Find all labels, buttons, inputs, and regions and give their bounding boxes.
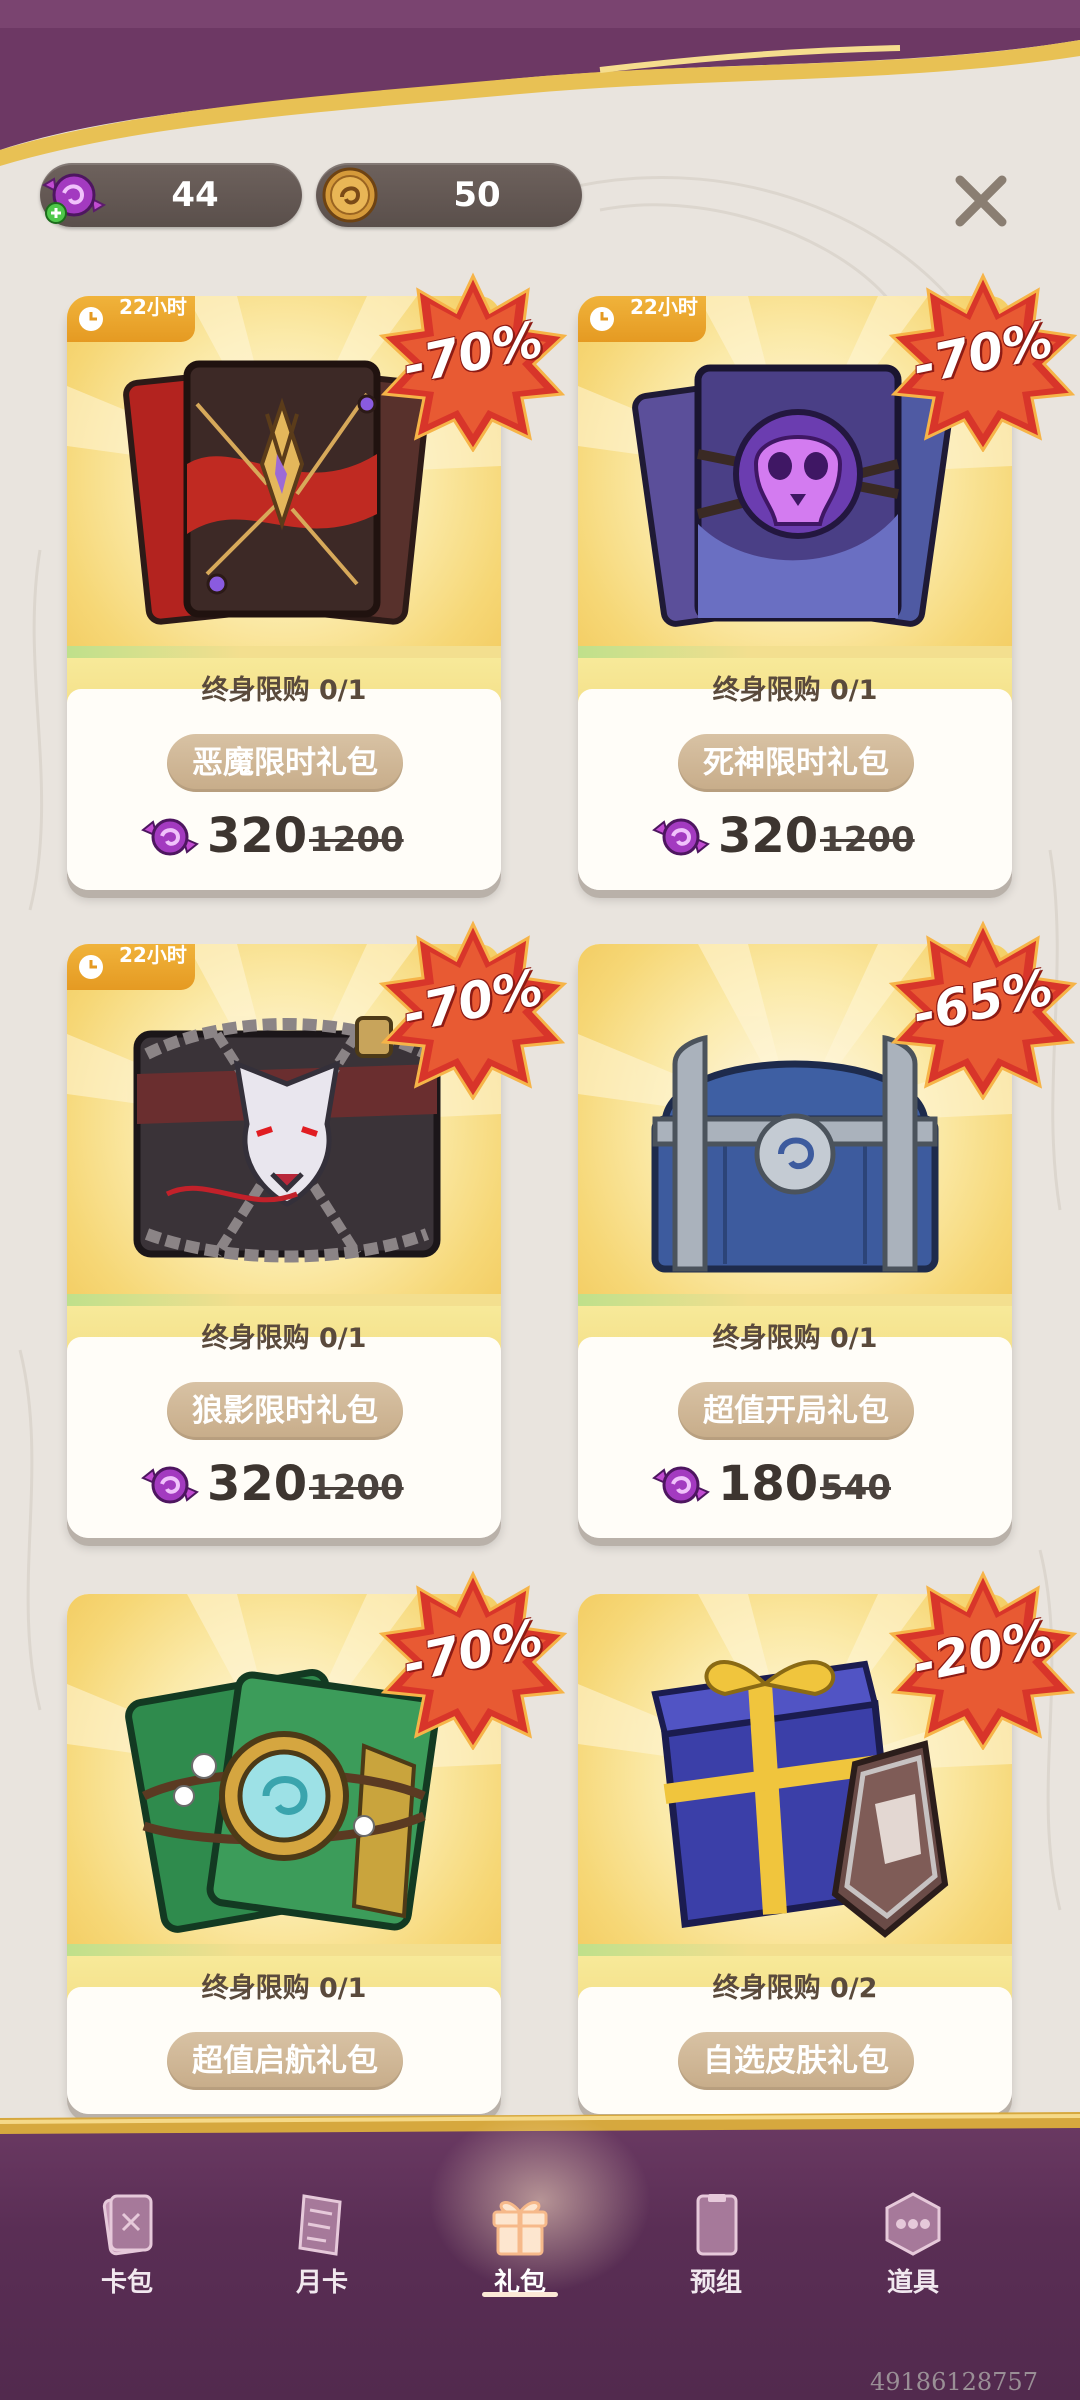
- current-price: 320: [207, 1456, 308, 1512]
- nav-label: 道具: [886, 2268, 939, 2298]
- discount-badge: -20%: [888, 1570, 1078, 1751]
- active-tab-indicator: [482, 2292, 558, 2297]
- items-icon: [885, 2192, 941, 2256]
- coin-currency[interactable]: 50: [316, 163, 582, 227]
- nav-label: 卡包: [100, 2268, 153, 2298]
- current-price: 320: [718, 808, 819, 864]
- gift-icon: [492, 2201, 548, 2256]
- pack-name-button[interactable]: 狼影限时礼包: [167, 1382, 403, 1440]
- discount-badge: -65%: [888, 920, 1078, 1101]
- original-price: 1200: [309, 820, 404, 860]
- deck-icon: [696, 2194, 738, 2256]
- original-price: 1200: [309, 1468, 404, 1508]
- clock-icon: [590, 307, 614, 331]
- price-button[interactable]: 320 1200: [139, 1454, 469, 1514]
- timer-text: 22小时: [630, 296, 698, 319]
- candy-amount: 44: [171, 175, 219, 215]
- timer-text: 22小时: [119, 944, 187, 967]
- discount-badge: -70%: [378, 1570, 568, 1751]
- close-icon[interactable]: [946, 166, 1016, 236]
- price-button[interactable]: 180 540: [650, 1454, 980, 1514]
- pack-name-button[interactable]: 自选皮肤礼包: [678, 2032, 914, 2090]
- pack-name-button[interactable]: 恶魔限时礼包: [167, 734, 403, 792]
- price-button[interactable]: 320 1200: [139, 806, 469, 866]
- gold-coin-icon: [322, 167, 378, 223]
- clock-icon: [79, 955, 103, 979]
- coin-amount: 50: [453, 175, 501, 215]
- original-price: 540: [820, 1468, 891, 1508]
- current-price: 180: [718, 1456, 819, 1512]
- card-pack-icon: [102, 2194, 153, 2256]
- purchase-limit: 终身限购 0/1: [201, 675, 367, 706]
- purchase-limit: 终身限购 0/2: [712, 1973, 878, 2004]
- nav-tab-card-pack[interactable]: 卡包: [57, 2180, 197, 2300]
- timer-badge: 22小时: [67, 944, 195, 990]
- discount-badge: -70%: [888, 272, 1078, 453]
- price-button[interactable]: 320 1200: [650, 806, 980, 866]
- pack-name-button[interactable]: 超值开局礼包: [678, 1382, 914, 1440]
- candy-currency[interactable]: 44: [40, 163, 302, 227]
- watermark-id: 49186128757: [870, 2368, 1038, 2396]
- discount-badge: -70%: [378, 920, 568, 1101]
- candy-icon: [652, 1466, 710, 1504]
- current-price: 320: [207, 808, 308, 864]
- clock-icon: [79, 307, 103, 331]
- candy-plus-icon[interactable]: [34, 155, 114, 235]
- timer-badge: 22小时: [578, 296, 706, 342]
- pack-name-button[interactable]: 超值启航礼包: [167, 2032, 403, 2090]
- nav-tab-monthly-card[interactable]: 月卡: [252, 2180, 392, 2300]
- candy-icon: [652, 818, 710, 856]
- purchase-limit: 终身限购 0/1: [201, 1323, 367, 1354]
- nav-tab-deck[interactable]: 预组: [646, 2180, 786, 2300]
- monthly-card-icon: [298, 2194, 342, 2256]
- candy-icon: [141, 1466, 199, 1504]
- nav-tab-gift[interactable]: 礼包: [450, 2180, 590, 2300]
- purchase-limit: 终身限购 0/1: [712, 675, 878, 706]
- candy-icon: [141, 818, 199, 856]
- purchase-limit: 终身限购 0/1: [712, 1323, 878, 1354]
- nav-label: 月卡: [295, 2268, 348, 2298]
- timer-text: 22小时: [119, 296, 187, 319]
- discount-badge: -70%: [378, 272, 568, 453]
- pack-name-button[interactable]: 死神限时礼包: [678, 734, 914, 792]
- header-decoration: [0, 0, 1080, 170]
- original-price: 1200: [820, 820, 915, 860]
- purchase-limit: 终身限购 0/1: [201, 1973, 367, 2004]
- nav-label: 预组: [689, 2268, 742, 2298]
- timer-badge: 22小时: [67, 296, 195, 342]
- nav-tab-items[interactable]: 道具: [843, 2180, 983, 2300]
